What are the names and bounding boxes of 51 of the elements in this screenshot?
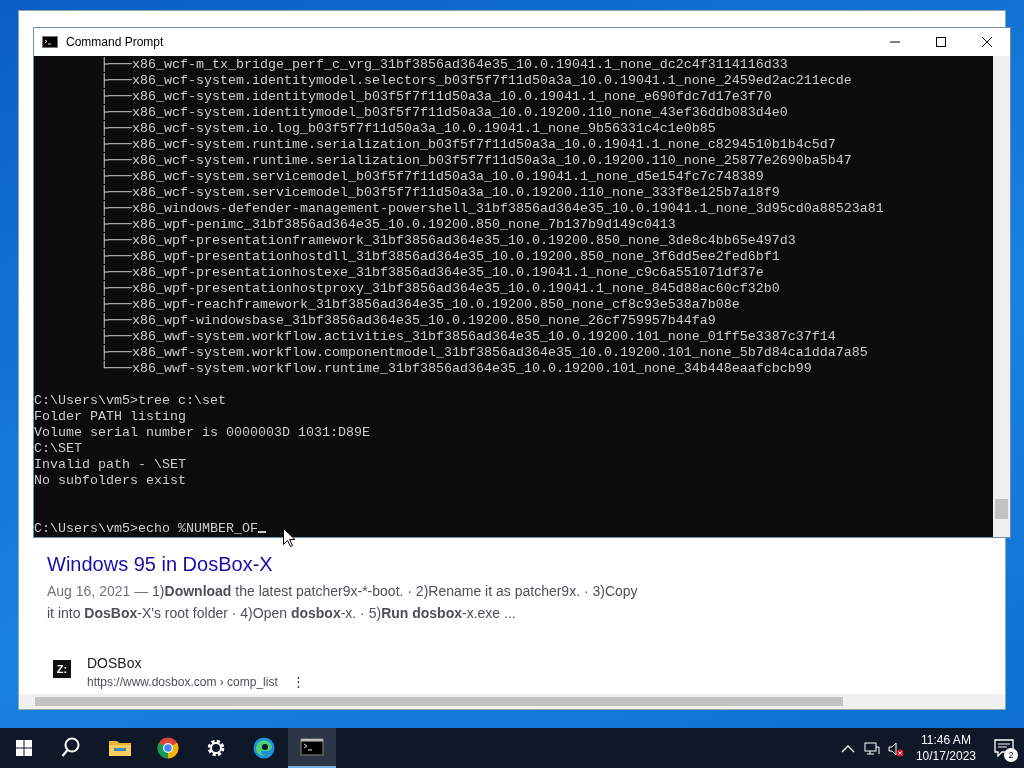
console-line: ├───x86_wcf-m_tx_bridge_perf_c_vrg_31bf3856ad364e35_10.0.19041.1_none_dc2c4f3114116d33 <box>99 57 788 73</box>
close-icon <box>982 37 992 47</box>
console-line: ├───x86_wcf-system.runtime.serialization_b03f5f7f11d50a3a_10.0.19041.1_none_c8294510b1b4c5d7 <box>99 137 836 153</box>
clock[interactable]: 11:46 AM 10/17/2023 <box>915 732 976 764</box>
console-line: ├───x86_wcf-system.io.log_b03f5f7f11d50a3a_10.0.19041.1_none_9b56331c4c1e0b85 <box>99 121 716 137</box>
horizontal-scrollbar[interactable] <box>19 694 1005 709</box>
notification-button[interactable]: 2 <box>984 728 1024 768</box>
console-line: ├───x86_windows-defender-management-powershell_31bf3856ad364e35_10.0.19041.1_none_3d95cd0a88523a81 <box>99 201 885 217</box>
console-line: No subfolders exist <box>34 473 187 489</box>
console-line: ├───x86_wcf-system.identitymodel_b03f5f7f11d50a3a_10.0.19041.1_none_e690fdc7d17e3f70 <box>99 89 772 105</box>
volume-muted-icon[interactable] <box>887 740 904 757</box>
console-line: Folder PATH listing <box>34 409 187 425</box>
console-line: ├───x86_wcf-system.identitymodel_b03f5f7f11d50a3a_10.0.19200.110_none_43ef36ddb083d4e0 <box>99 105 789 121</box>
console-line: ├───x86_wwf-system.workflow.componentmodel_31bf3856ad364e35_10.0.19200.101_none_5b7d84ca1dda7a85 <box>99 345 869 361</box>
console-line: ├───x86_wpf-windowsbase_31bf3856ad364e35_10.0.19200.850_none_26cf759957b44fa9 <box>99 313 716 329</box>
console-line: C:\Users\vm5>echo %NUMBER_OF <box>34 521 258 537</box>
notification-count: 2 <box>1004 748 1018 762</box>
console-line: ├───x86_wpf-presentationhostdll_31bf3856ad364e35_10.0.19200.850_none_3f6dd5ee2fed6bf1 <box>99 249 780 265</box>
swirl-icon <box>252 736 276 760</box>
text-cursor <box>257 531 266 533</box>
result-snippet: Aug 16, 2021 — 1)Download the latest patcher9x-*-boot. · 2)Rename it as patcher9x. · 3)Copy it into DosBox-X's root folder · 4)Open dosbox-x. · 5)Run dosbox-x.exe ... <box>47 582 639 623</box>
console-line: ├───x86_wcf-system.identitymodel.selectors_b03f5f7f11d50a3a_10.0.19041.1_none_2459ed2ac211ecde <box>99 73 853 89</box>
message-icon <box>994 739 1014 757</box>
console-line: ├───x86_wcf-system.servicemodel_b03f5f7f11d50a3a_10.0.19041.1_none_d5e154fc7c748389 <box>99 169 764 185</box>
console-line: ├───x86_wpf-presentationhostproxy_31bf3856ad364e35_10.0.19041.1_none_845d88ac60cf32b0 <box>99 281 781 297</box>
site-name[interactable]: DOSBox <box>87 654 305 672</box>
console-line: C:\SET <box>34 441 83 457</box>
vertical-scrollbar[interactable] <box>993 56 1010 537</box>
console-line: ├───x86_wpf-penimc_31bf3856ad364e35_10.0.19200.850_none_7b137b9d149c0413 <box>99 217 676 233</box>
console-line: └───x86_wwf-system.workflow.runtime_31bf3856ad364e35_10.0.19200.101_none_34b448eaafcbcb99 <box>99 361 812 377</box>
site-favicon: Z: <box>53 660 71 678</box>
console-line: C:\Users\vm5>tree c:\set <box>34 393 227 409</box>
console-line: ├───x86_wcf-system.servicemodel_b03f5f7f11d50a3a_10.0.19200.110_none_333f8e125b7a18f9 <box>99 185 780 201</box>
maximize-icon <box>936 37 946 47</box>
console-line: ├───x86_wpf-reachframework_31bf3856ad364e35_10.0.19200.850_none_cf8c93e538a7b08e <box>99 297 740 313</box>
console-line: ├───x86_wpf-presentationhostexe_31bf3856ad364e35_10.0.19041.1_none_c9c6a551071df37e <box>99 265 764 281</box>
terminal-icon <box>300 735 324 759</box>
result-url[interactable]: https://www.dosbox.com › comp_list <box>87 673 278 690</box>
start-icon <box>16 740 32 756</box>
console-app-icon <box>42 36 58 48</box>
more-options-icon[interactable]: ⋮ <box>291 672 305 692</box>
console-line: ├───x86_wwf-system.workflow.activities_31bf3856ad364e35_10.0.19200.101_none_01ff5e3387c37f14 <box>99 329 836 345</box>
window-title: Command Prompt <box>66 34 165 51</box>
result-title-link[interactable]: Windows 95 in DosBox-X <box>47 551 273 577</box>
console-line: Invalid path - \SET <box>34 457 187 473</box>
circle-logo-icon <box>156 736 180 760</box>
console-line: Volume serial number is 0000003D 1031:D89E <box>34 425 371 441</box>
console-line: ├───x86_wpf-presentationframework_31bf3856ad364e35_10.0.19200.850_none_3de8c4bb65e497d3 <box>99 233 797 249</box>
taskbar-app-button[interactable] <box>288 728 336 768</box>
console-line: ├───x86_wcf-system.runtime.serialization_b03f5f7f11d50a3a_10.0.19200.110_none_25877e2690ba5b47 <box>99 153 853 169</box>
network-icon[interactable] <box>863 740 880 757</box>
